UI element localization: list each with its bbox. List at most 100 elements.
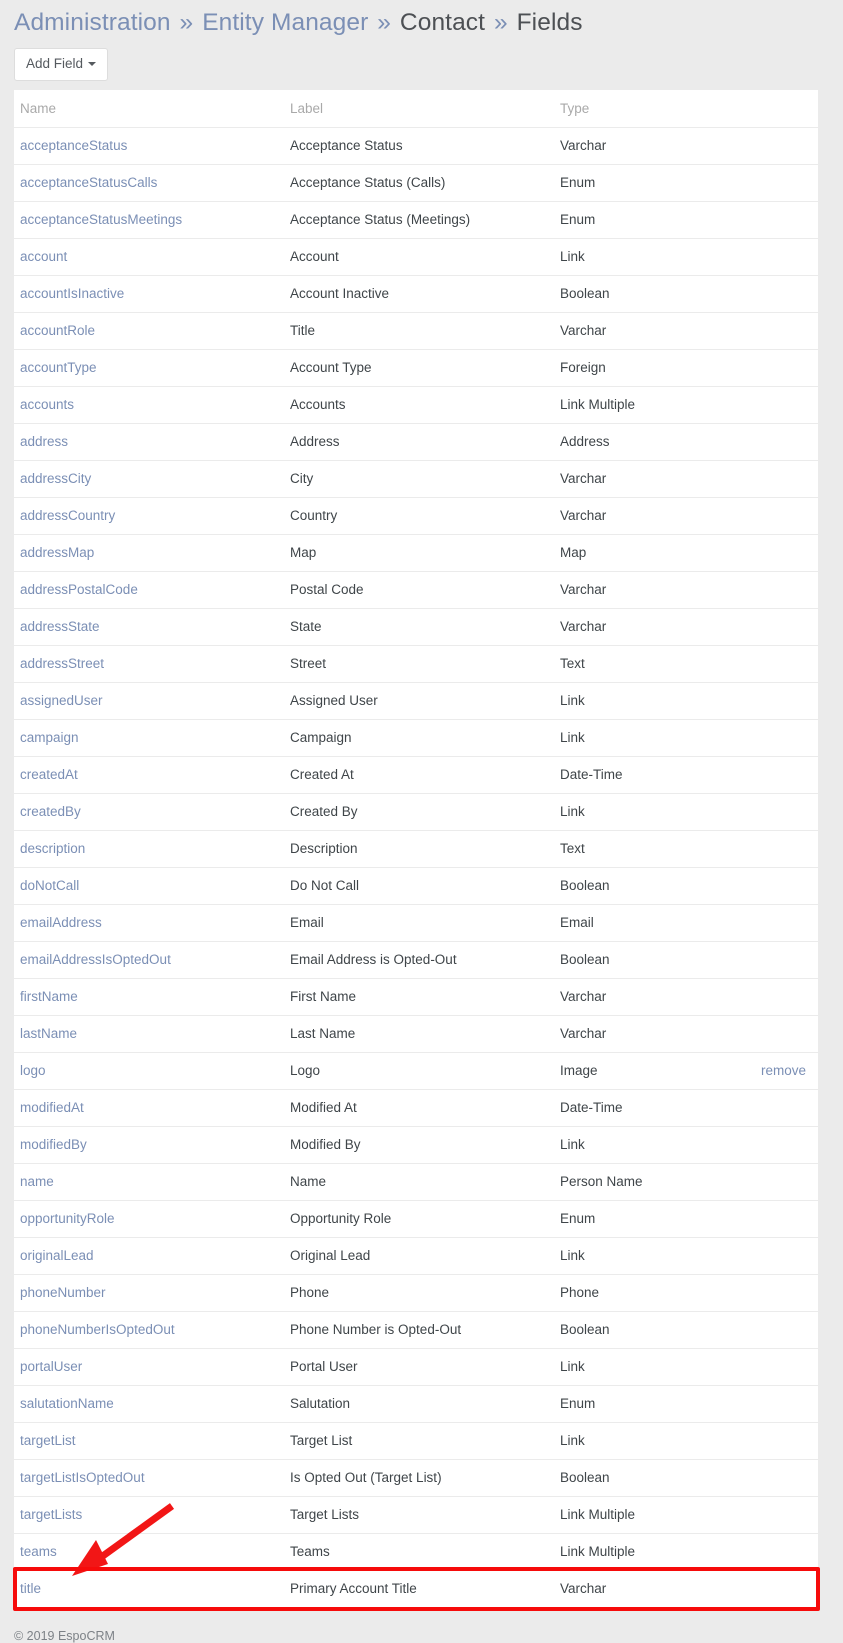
table-row[interactable]: campaign Campaign Link [14,719,818,757]
field-name-link[interactable]: address [20,434,68,449]
entity-manager-fields-page: Administration » Entity Manager » Contac… [0,0,843,1643]
table-row[interactable]: emailAddressIsOptedOut Email Address is O… [14,941,818,979]
field-name-link[interactable]: portalUser [20,1359,82,1374]
table-row[interactable]: acceptanceStatusMeetings Acceptance Statu… [14,201,818,239]
cell-field-name: name [14,1163,284,1201]
add-field-button[interactable]: Add Field [14,48,109,81]
field-name-link[interactable]: modifiedBy [20,1137,87,1152]
field-name-link[interactable]: modifiedAt [20,1100,84,1115]
table-row[interactable]: accountType Account Type Foreign [14,349,818,387]
cell-field-label: Acceptance Status (Calls) [284,164,554,202]
table-row[interactable]: salutationName Salutation Enum [14,1385,818,1423]
table-row[interactable]: phoneNumberIsOptedOut Phone Number is Opt… [14,1311,818,1349]
table-row[interactable]: title Primary Account Title Varchar [14,1570,818,1607]
field-name-link[interactable]: originalLead [20,1248,94,1263]
cell-field-name: accountIsInactive [14,275,284,313]
table-row[interactable]: phoneNumber Phone Phone [14,1274,818,1312]
table-row[interactable]: account Account Link [14,238,818,276]
table-row[interactable]: addressPostalCode Postal Code Varchar [14,571,818,609]
breadcrumb-item-administration[interactable]: Administration [14,9,171,36]
cell-field-type: Phone [554,1274,818,1312]
field-name-link[interactable]: acceptanceStatusMeetings [20,212,182,227]
table-row[interactable]: accountRole Title Varchar [14,312,818,350]
field-name-link[interactable]: phoneNumberIsOptedOut [20,1322,175,1337]
table-row[interactable]: firstName First Name Varchar [14,978,818,1016]
table-row[interactable]: modifiedAt Modified At Date-Time [14,1089,818,1127]
breadcrumb-item-entity-manager[interactable]: Entity Manager [202,9,368,36]
cell-field-name: addressCity [14,460,284,498]
table-row[interactable]: targetListIsOptedOut Is Opted Out (Target… [14,1459,818,1497]
table-row[interactable]: addressState State Varchar [14,608,818,646]
field-type-text: Enum [560,1396,596,1411]
table-row[interactable]: createdBy Created By Link [14,793,818,831]
field-name-link[interactable]: emailAddressIsOptedOut [20,952,171,967]
field-name-link[interactable]: createdBy [20,804,81,819]
field-name-link[interactable]: targetListIsOptedOut [20,1470,145,1485]
field-name-link[interactable]: accountType [20,360,97,375]
table-row[interactable]: acceptanceStatusCalls Acceptance Status (… [14,164,818,202]
field-name-link[interactable]: targetLists [20,1507,82,1522]
cell-field-label: Account [284,238,554,276]
table-row[interactable]: lastName Last Name Varchar [14,1015,818,1053]
table-row[interactable]: originalLead Original Lead Link [14,1237,818,1275]
field-name-link[interactable]: opportunityRole [20,1211,115,1226]
table-row[interactable]: address Address Address [14,423,818,461]
field-name-link[interactable]: lastName [20,1026,77,1041]
field-name-link[interactable]: acceptanceStatus [20,138,127,153]
field-name-link[interactable]: title [20,1581,41,1596]
field-name-link[interactable]: firstName [20,989,78,1004]
cell-field-label: Email [284,904,554,942]
table-row[interactable]: teams Teams Link Multiple [14,1533,818,1571]
field-type-text: Date-Time [560,767,623,782]
table-row[interactable]: targetList Target List Link [14,1422,818,1460]
cell-field-label: Target Lists [284,1496,554,1534]
field-name-link[interactable]: accountRole [20,323,95,338]
table-row[interactable]: assignedUser Assigned User Link [14,682,818,720]
table-row[interactable]: name Name Person Name [14,1163,818,1201]
field-name-link[interactable]: campaign [20,730,79,745]
field-name-link[interactable]: targetList [20,1433,76,1448]
table-row[interactable]: portalUser Portal User Link [14,1348,818,1386]
cell-field-name: title [14,1570,284,1607]
table-row[interactable]: createdAt Created At Date-Time [14,756,818,794]
field-name-link[interactable]: teams [20,1544,57,1559]
table-row[interactable]: accountIsInactive Account Inactive Boolean [14,275,818,313]
field-name-link[interactable]: addressMap [20,545,94,560]
table-row[interactable]: logo Logo Image remove [14,1052,818,1090]
field-name-link[interactable]: accountIsInactive [20,286,124,301]
field-name-link[interactable]: acceptanceStatusCalls [20,175,157,190]
table-row[interactable]: emailAddress Email Email [14,904,818,942]
cell-field-type: Enum [554,201,818,239]
field-name-link[interactable]: emailAddress [20,915,102,930]
field-name-link[interactable]: logo [20,1063,46,1078]
table-row[interactable]: acceptanceStatus Acceptance Status Varchar [14,127,818,165]
cell-field-label: Postal Code [284,571,554,609]
table-row[interactable]: opportunityRole Opportunity Role Enum [14,1200,818,1238]
table-row[interactable]: addressCountry Country Varchar [14,497,818,535]
field-name-link[interactable]: createdAt [20,767,78,782]
table-row[interactable]: addressCity City Varchar [14,460,818,498]
field-name-link[interactable]: addressStreet [20,656,104,671]
field-name-link[interactable]: doNotCall [20,878,79,893]
field-name-link[interactable]: account [20,249,67,264]
field-name-link[interactable]: name [20,1174,54,1189]
table-row[interactable]: description Description Text [14,830,818,868]
table-row[interactable]: modifiedBy Modified By Link [14,1126,818,1164]
field-name-link[interactable]: salutationName [20,1396,114,1411]
field-name-link[interactable]: description [20,841,85,856]
field-name-link[interactable]: addressState [20,619,100,634]
table-row[interactable]: addressStreet Street Text [14,645,818,683]
field-name-link[interactable]: addressCity [20,471,91,486]
field-name-link[interactable]: addressPostalCode [20,582,138,597]
cell-field-type: Varchar [554,460,818,498]
table-row[interactable]: accounts Accounts Link Multiple [14,386,818,424]
field-name-link[interactable]: assignedUser [20,693,103,708]
field-name-link[interactable]: addressCountry [20,508,115,523]
remove-field-link[interactable]: remove [761,1063,806,1078]
table-row[interactable]: doNotCall Do Not Call Boolean [14,867,818,905]
field-name-link[interactable]: phoneNumber [20,1285,106,1300]
cell-field-name: accountRole [14,312,284,350]
table-row[interactable]: addressMap Map Map [14,534,818,572]
field-name-link[interactable]: accounts [20,397,74,412]
table-row[interactable]: targetLists Target Lists Link Multiple [14,1496,818,1534]
